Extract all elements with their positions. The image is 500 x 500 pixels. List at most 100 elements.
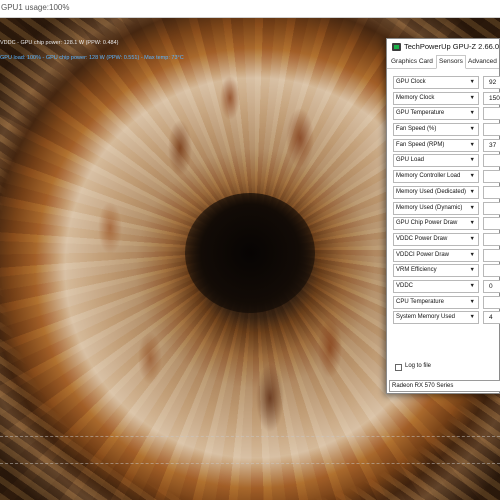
sensor-label: CPU Temperature [396, 298, 444, 305]
chevron-down-icon[interactable]: ▼ [470, 283, 475, 289]
sensor-select[interactable]: Memory Clock ▼ [393, 91, 479, 105]
gpuz-window: TechPowerUp GPU-Z 2.66.0 Graphics Card S… [386, 38, 500, 394]
gpuz-tabs: Graphics Card Sensors Advanced [387, 55, 499, 69]
chevron-down-icon[interactable]: ▼ [470, 299, 475, 305]
sensor-row-vrm-efficiency: VRM Efficiency ▼ [393, 263, 500, 279]
sensor-label: Memory Used (Dedicated) [396, 188, 467, 195]
sensor-value-box [483, 170, 500, 184]
sensor-select[interactable]: GPU Clock ▼ [393, 76, 479, 89]
chevron-down-icon[interactable]: ▼ [470, 189, 475, 195]
sensor-row-fan-speed-rpm: Fan Speed (RPM) ▼ 37 [393, 138, 500, 154]
sensor-value-box [483, 232, 500, 246]
log-to-file-checkbox[interactable] [395, 364, 402, 371]
sensor-label: GPU Load [396, 157, 425, 164]
sensor-select[interactable]: GPU Temperature ▼ [393, 107, 479, 121]
sensor-select[interactable]: Memory Used (Dynamic) ▼ [393, 201, 479, 215]
sensor-row-vddc: VDDC ▼ 0 [393, 279, 500, 295]
sensor-label: GPU Clock [396, 79, 426, 85]
sensor-list: GPU Clock ▼ 92 Memory Clock ▼ 150 GPU Te… [393, 75, 500, 326]
sensor-select[interactable]: VDDC Power Draw ▼ [393, 232, 479, 246]
sensor-value-box [483, 295, 500, 309]
sensor-label: VRM Efficiency [396, 267, 437, 274]
sensor-row-gpu-load: GPU Load ▼ [393, 153, 500, 169]
render-title: GPU1 usage:100% [1, 3, 70, 12]
sensor-value-box [483, 264, 500, 278]
chevron-down-icon[interactable]: ▼ [470, 236, 475, 242]
sensor-label: System Memory Used [396, 314, 456, 321]
chevron-down-icon[interactable]: ▼ [470, 205, 475, 211]
sensor-select[interactable]: VRM Efficiency ▼ [393, 264, 479, 278]
sensor-label: Fan Speed (RPM) [396, 141, 445, 148]
gpuz-window-title: TechPowerUp GPU-Z 2.66.0 [404, 42, 500, 51]
chevron-down-icon[interactable]: ▼ [470, 79, 475, 85]
chevron-down-icon[interactable]: ▼ [470, 142, 475, 148]
sensor-label: Memory Controller Load [396, 173, 461, 180]
sensor-label: VDDCI Power Draw [396, 251, 450, 258]
graph-line [0, 463, 500, 464]
log-to-file-label[interactable]: Log to file [405, 363, 431, 369]
chevron-down-icon[interactable]: ▼ [470, 267, 475, 273]
chevron-down-icon[interactable]: ▼ [470, 157, 475, 163]
sensor-value-box [483, 107, 500, 121]
sensor-label: VDDC [396, 282, 414, 289]
gpu-select[interactable]: Radeon RX 570 Series [389, 380, 500, 392]
sensor-select[interactable]: CPU Temperature ▼ [393, 295, 479, 309]
tab-sensors[interactable]: Sensors [436, 55, 466, 69]
gpuz-title-bar[interactable]: TechPowerUp GPU-Z 2.66.0 [387, 39, 499, 55]
sensor-select[interactable]: System Memory Used ▼ [393, 311, 479, 325]
chevron-down-icon[interactable]: ▼ [470, 173, 475, 179]
sensor-select[interactable]: Memory Controller Load ▼ [393, 170, 479, 184]
sensor-select[interactable]: GPU Load ▼ [393, 154, 479, 168]
chevron-down-icon[interactable]: ▼ [470, 95, 475, 101]
sensor-select[interactable]: Fan Speed (%) ▼ [393, 123, 479, 137]
sensor-value-box: 0 [483, 279, 500, 293]
tab-advanced[interactable]: Advanced [468, 58, 497, 65]
sensor-row-gpu-clock: GPU Clock ▼ 92 [393, 75, 500, 91]
sensor-value-box: 92 [483, 76, 500, 89]
sensor-row-vddc-power-draw: VDDC Power Draw ▼ [393, 232, 500, 248]
chevron-down-icon[interactable]: ▼ [470, 110, 475, 116]
sensor-value: 4 [489, 314, 493, 322]
sensor-value-box [483, 154, 500, 168]
sensor-row-memory-clock: Memory Clock ▼ 150 [393, 91, 500, 107]
sensor-select[interactable]: VDDCI Power Draw ▼ [393, 248, 479, 262]
sensor-row-cpu-temperature: CPU Temperature ▼ [393, 295, 500, 311]
tab-graphics-card[interactable]: Graphics Card [391, 58, 433, 65]
gpu-chip-icon [392, 43, 401, 51]
osd-line-1: VDDC - GPU chip power: 128.1 W (PPW: 0.4… [0, 40, 119, 46]
sensor-value: 150 [489, 94, 500, 102]
sensor-value-box: 4 [483, 311, 500, 325]
sensor-row-memory-controller-load: Memory Controller Load ▼ [393, 169, 500, 185]
osd-line-2: GPU load: 100% - GPU chip power: 128 W (… [0, 55, 184, 61]
sensor-row-system-memory-used: System Memory Used ▼ 4 [393, 310, 500, 326]
sensor-value-box [483, 217, 500, 231]
sensor-select[interactable]: Memory Used (Dedicated) ▼ [393, 185, 479, 199]
sensor-label: VDDC Power Draw [396, 235, 448, 242]
sensor-value-box [483, 185, 500, 199]
sensor-select[interactable]: GPU Chip Power Draw ▼ [393, 217, 479, 231]
sensor-value-box: 37 [483, 138, 500, 152]
sensor-value-box [483, 201, 500, 215]
sensor-value-box [483, 248, 500, 262]
sensor-row-fan-speed-percent: Fan Speed (%) ▼ [393, 122, 500, 138]
sensor-label: Fan Speed (%) [396, 126, 437, 133]
sensor-value-box: 150 [483, 91, 500, 105]
chevron-down-icon[interactable]: ▼ [470, 220, 475, 226]
sensor-value: 0 [489, 282, 493, 290]
sensor-value-box [483, 123, 500, 137]
sensor-row-gpu-temperature: GPU Temperature ▼ [393, 106, 500, 122]
render-title-bar: GPU1 usage:100% [0, 0, 500, 18]
sensor-row-gpu-chip-power-draw: GPU Chip Power Draw ▼ [393, 216, 500, 232]
chevron-down-icon[interactable]: ▼ [470, 252, 475, 258]
sensor-select[interactable]: Fan Speed (RPM) ▼ [393, 138, 479, 152]
chevron-down-icon[interactable]: ▼ [470, 126, 475, 132]
chevron-down-icon[interactable]: ▼ [470, 314, 475, 320]
graph-line [0, 436, 500, 437]
sensor-row-vddci-power-draw: VDDCI Power Draw ▼ [393, 248, 500, 264]
sensor-label: GPU Chip Power Draw [396, 220, 458, 227]
sensor-label: Memory Clock [396, 94, 435, 101]
sensor-select[interactable]: VDDC ▼ [393, 279, 479, 293]
sensor-value: 37 [489, 141, 497, 149]
sensor-label: Memory Used (Dynamic) [396, 204, 463, 211]
sensor-label: GPU Temperature [396, 110, 445, 117]
